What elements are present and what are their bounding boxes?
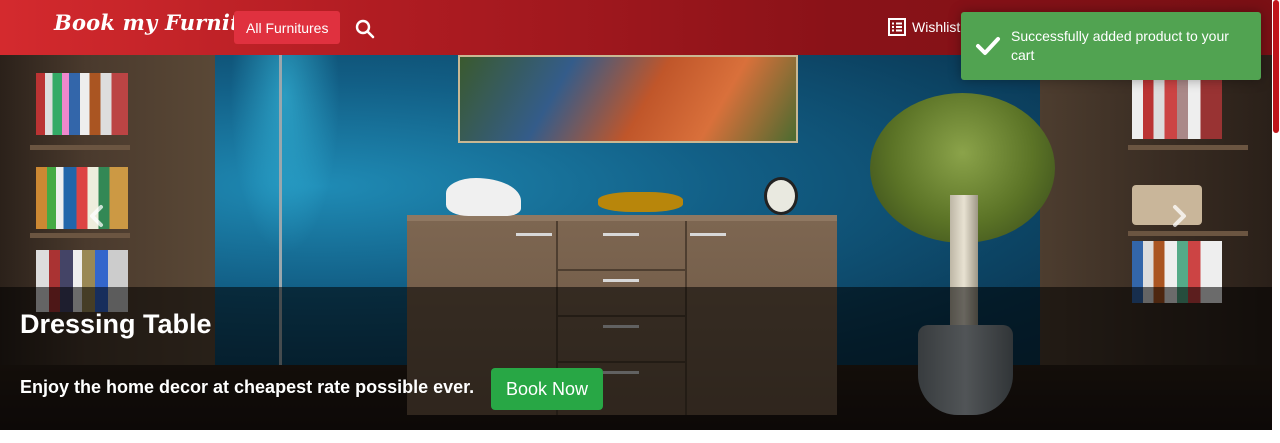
list-icon [888,18,906,36]
drawer-handle [690,233,726,236]
shelf-plank [1128,145,1248,150]
scrollbar-thumb[interactable] [1273,0,1279,133]
shelf-plank [1128,231,1248,236]
checkmark-icon [975,34,1001,58]
shelf-plank [30,233,130,238]
hero-title: Dressing Table [20,309,212,339]
books [1132,77,1222,139]
wishlist-link[interactable]: Wishlist [888,18,960,36]
wall-painting [458,55,798,143]
chevron-right-icon[interactable] [1168,202,1190,230]
chevron-left-icon[interactable] [86,202,108,230]
search-icon[interactable] [354,18,376,40]
hero-carousel: Dressing Table Enjoy the home decor at c… [0,55,1272,430]
drawer-handle [516,233,552,236]
book-now-button[interactable]: Book Now [491,368,603,410]
toast-message: Successfully added product to your cart [1011,28,1229,63]
books [36,167,128,229]
shelf-plank [30,145,130,150]
books [36,73,128,135]
drawer-handle [603,233,639,236]
radio [1132,185,1202,225]
decor-boat [598,192,683,212]
all-furnitures-button[interactable]: All Furnitures [234,11,341,44]
wishlist-label: Wishlist [912,19,961,35]
drawer-handle [603,279,639,282]
success-toast[interactable]: Successfully added product to your cart [961,12,1261,80]
drawer-line [558,269,685,271]
lamp-glow [230,55,340,255]
alarm-clock [764,177,798,215]
hero-subtitle: Enjoy the home decor at cheapest rate po… [20,377,475,397]
